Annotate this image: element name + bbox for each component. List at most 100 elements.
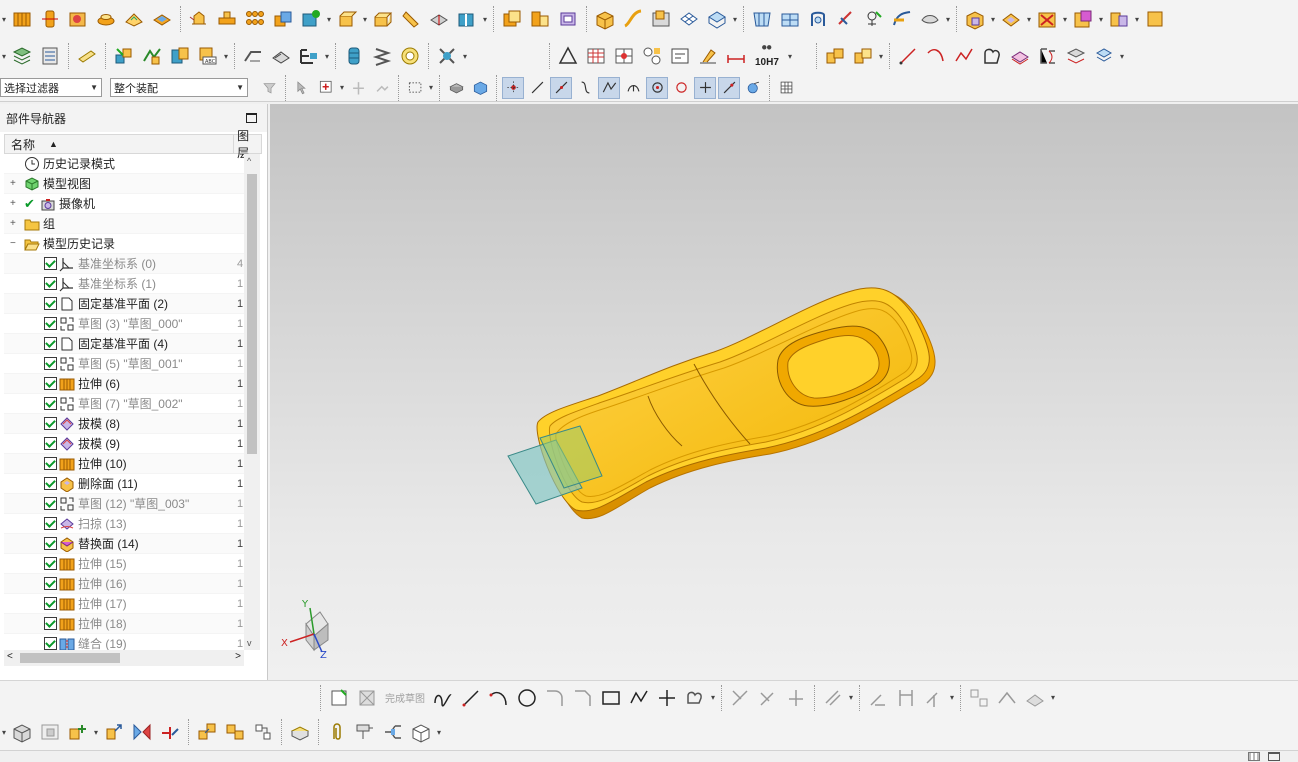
visibility-checkbox[interactable]	[44, 517, 57, 530]
dropdown-arrow[interactable]: ▾	[338, 83, 346, 92]
helix-icon[interactable]	[268, 43, 294, 69]
general-select-icon[interactable]	[347, 77, 369, 99]
studio-spline-icon[interactable]	[951, 43, 977, 69]
snap-endpoint-icon[interactable]	[526, 77, 548, 99]
dropdown-arrow[interactable]: ▾	[847, 693, 855, 702]
scroll-down-icon[interactable]: v	[247, 638, 252, 648]
tree-row[interactable]: 拉伸 (15) 1	[4, 554, 244, 574]
visibility-checkbox[interactable]	[44, 277, 57, 290]
pattern-curve-icon[interactable]	[966, 685, 992, 711]
dropdown-arrow[interactable]: ▾	[461, 52, 469, 61]
status-grid-icon[interactable]	[1248, 752, 1260, 761]
tree-row[interactable]: 草图 (7) "草图_002" 1	[4, 394, 244, 414]
face-blend-icon[interactable]	[889, 6, 915, 32]
horizontal-scroll-thumb[interactable]	[20, 653, 120, 663]
resize-icon[interactable]	[1106, 6, 1132, 32]
pattern-icon[interactable]	[242, 6, 268, 32]
tree-row[interactable]: + 组	[4, 214, 244, 234]
solid-body-icon[interactable]	[469, 77, 491, 99]
scroll-right-icon[interactable]: >	[235, 651, 241, 662]
cylinder-icon[interactable]	[341, 43, 367, 69]
dropdown-arrow[interactable]: ▾	[944, 15, 952, 24]
visibility-checkbox[interactable]	[44, 317, 57, 330]
remove-icon[interactable]	[1034, 6, 1060, 32]
dropdown-arrow[interactable]: ▾	[786, 52, 794, 61]
dropdown-arrow[interactable]: ▾	[989, 15, 997, 24]
tree-row[interactable]: 草图 (3) "草图_000" 1	[4, 314, 244, 334]
snap-arc-center-icon[interactable]	[622, 77, 644, 99]
swept-icon[interactable]	[805, 6, 831, 32]
snap-center-icon[interactable]	[646, 76, 668, 99]
tree-row[interactable]: 拉伸 (17) 1	[4, 594, 244, 614]
tree-row[interactable]: 固定基准平面 (4) 1	[4, 334, 244, 354]
quick-extend-icon[interactable]	[755, 685, 781, 711]
tree-row[interactable]: 草图 (12) "草图_003" 1	[4, 494, 244, 514]
layer-settings-icon[interactable]	[37, 43, 63, 69]
arc-icon[interactable]	[923, 43, 949, 69]
dropdown-arrow[interactable]: ▾	[435, 728, 443, 737]
visibility-checkbox[interactable]	[44, 477, 57, 490]
select-cursor-icon[interactable]	[291, 77, 313, 99]
sequence-icon[interactable]	[408, 719, 434, 745]
tree-row[interactable]: 拉伸 (18) 1	[4, 614, 244, 634]
sketch-rectangle-icon[interactable]	[598, 685, 624, 711]
trim-body-icon[interactable]	[426, 6, 452, 32]
visibility-checkbox[interactable]	[44, 297, 57, 310]
tree-row[interactable]: 替换面 (14) 1	[4, 534, 244, 554]
name-column-header[interactable]: 名称 ▲	[5, 135, 235, 153]
bridge-surface-icon[interactable]	[861, 6, 887, 32]
scroll-left-icon[interactable]: <	[7, 651, 13, 662]
ruled-surface-icon[interactable]	[749, 6, 775, 32]
status-window-icon[interactable]	[1268, 752, 1280, 761]
add-component-icon[interactable]	[850, 43, 876, 69]
balloon-icon[interactable]	[639, 43, 665, 69]
tree-row[interactable]: 删除面 (11) 1	[4, 474, 244, 494]
tree-row[interactable]: 固定基准平面 (2) 1	[4, 294, 244, 314]
mirror-assembly-icon[interactable]	[129, 719, 155, 745]
surface-finish-icon[interactable]	[695, 43, 721, 69]
rectangle-select-icon[interactable]	[404, 77, 426, 99]
extract-curve-icon[interactable]	[1091, 43, 1117, 69]
mirror-curve-icon[interactable]	[994, 685, 1020, 711]
dropdown-arrow[interactable]: ▾	[0, 728, 8, 737]
finish-sketch-label[interactable]: 完成草图	[385, 690, 425, 705]
dropdown-arrow[interactable]: ▾	[0, 52, 8, 61]
thread-icon[interactable]	[296, 43, 322, 69]
triangle-icon[interactable]	[555, 43, 581, 69]
maximize-icon[interactable]	[246, 113, 257, 123]
collapse-icon[interactable]: −	[10, 239, 19, 249]
curve-rule-icon[interactable]	[371, 77, 393, 99]
through-curves-icon[interactable]	[777, 6, 803, 32]
layer-icon[interactable]	[9, 43, 35, 69]
sketch-polygon-icon[interactable]	[626, 685, 652, 711]
tree-row[interactable]: 基准坐标系 (1) 1	[4, 274, 244, 294]
visibility-checkbox[interactable]	[44, 537, 57, 550]
dropdown-arrow[interactable]: ▾	[361, 15, 369, 24]
snap-point-icon[interactable]	[694, 76, 716, 99]
offset-face-icon[interactable]	[499, 6, 525, 32]
assembly-constraint-icon[interactable]	[157, 719, 183, 745]
wiring-icon[interactable]	[352, 719, 378, 745]
dropdown-arrow[interactable]: ▾	[323, 52, 331, 61]
tree-row[interactable]: 缝合 (19) 1	[4, 634, 244, 650]
visibility-checkbox[interactable]	[44, 257, 57, 270]
reference-set-icon[interactable]	[250, 719, 276, 745]
snap-grid-icon[interactable]	[775, 77, 797, 99]
expand-icon[interactable]: +	[10, 199, 19, 209]
line-icon[interactable]	[895, 43, 921, 69]
sketch-fillet-icon[interactable]	[542, 685, 568, 711]
dropdown-arrow[interactable]: ▾	[325, 15, 333, 24]
sketch-arc-icon[interactable]	[486, 685, 512, 711]
dropdown-arrow[interactable]: ▾	[1049, 693, 1057, 702]
patch-icon[interactable]	[648, 6, 674, 32]
dropdown-arrow[interactable]: ▾	[1097, 15, 1105, 24]
dropdown-arrow[interactable]: ▾	[1025, 15, 1033, 24]
dropdown-arrow[interactable]: ▾	[1061, 15, 1069, 24]
sketch-circle-icon[interactable]	[514, 685, 540, 711]
pad-icon[interactable]	[149, 6, 175, 32]
offset-curve-icon[interactable]	[1007, 43, 1033, 69]
unite-icon[interactable]	[270, 6, 296, 32]
shaded-body-icon[interactable]	[445, 77, 467, 99]
geometric-constraint-icon[interactable]	[865, 685, 891, 711]
draft-icon[interactable]	[398, 6, 424, 32]
